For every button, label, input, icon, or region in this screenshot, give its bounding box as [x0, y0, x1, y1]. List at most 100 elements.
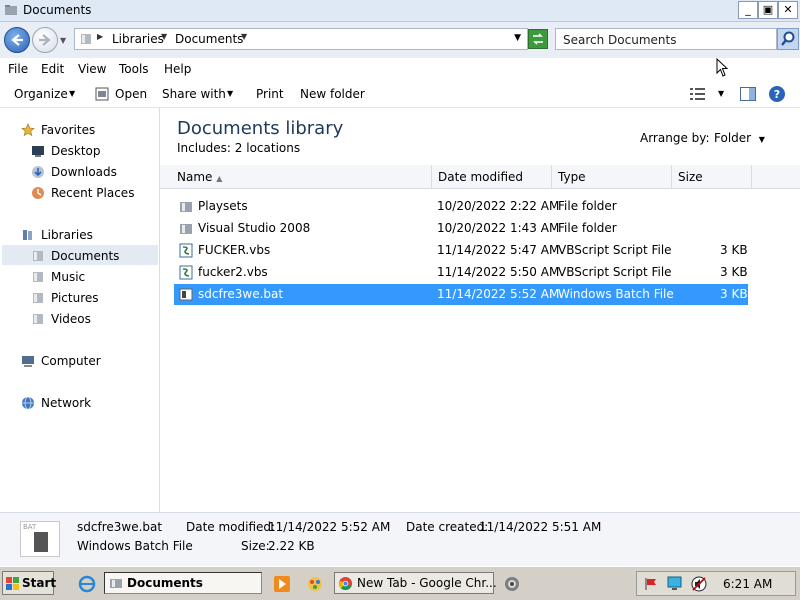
internet-explorer-icon[interactable] [78, 575, 96, 593]
app-icon[interactable] [503, 575, 521, 593]
nav-favorites[interactable]: Favorites [21, 123, 96, 137]
videos-library-icon [33, 314, 43, 324]
nav-pictures[interactable]: Pictures [33, 291, 99, 305]
chrome-icon [338, 576, 353, 591]
flag-icon[interactable] [644, 577, 658, 591]
close-button[interactable]: ✕ [778, 1, 798, 19]
open-icon [95, 87, 109, 101]
menu-bar: File Edit View Tools Help [0, 58, 800, 80]
paint-icon[interactable] [306, 575, 324, 593]
nav-recent-places[interactable]: Recent Places [32, 186, 135, 200]
file-type: File folder [558, 199, 617, 213]
column-header-size[interactable]: Size [672, 165, 752, 189]
search-button[interactable] [777, 28, 799, 50]
command-bar: Organize ▼ Open Share with ▼ Print New f… [0, 80, 800, 108]
windows-logo-icon [6, 577, 19, 590]
nav-videos-label: Videos [51, 312, 91, 326]
share-with-button[interactable]: Share with [162, 87, 226, 101]
details-file-name: sdcfre3we.bat [77, 520, 163, 534]
menu-view[interactable]: View [78, 62, 106, 76]
column-header-type[interactable]: Type [552, 165, 672, 189]
address-row: ▼ ▶ Libraries ▼ Documents ▼ ▼ Search Doc… [0, 22, 800, 58]
taskbar-chrome[interactable]: New Tab - Google Chr... [334, 572, 497, 594]
breadcrumb-documents[interactable]: Documents [175, 32, 243, 46]
breadcrumb-arrow-icon[interactable]: ▼ [241, 32, 247, 41]
computer-icon [22, 356, 34, 367]
nav-libraries[interactable]: Libraries [23, 228, 93, 242]
open-button[interactable]: Open [115, 87, 147, 101]
recent-pages-dropdown-icon[interactable]: ▼ [60, 36, 66, 45]
chevron-down-icon: ▼ [227, 89, 234, 98]
nav-videos[interactable]: Videos [33, 312, 91, 326]
file-row[interactable]: Visual Studio 2008 10/20/2022 1:43 AM File… [174, 218, 748, 239]
start-button[interactable]: Start [2, 571, 57, 595]
library-title: Documents library [177, 118, 344, 139]
search-icon [781, 31, 795, 46]
file-type: Windows Batch File [558, 287, 674, 301]
taskbar: Start Documents New Tab - Google Chr... … [0, 566, 800, 600]
file-date: 11/14/2022 5:47 AM [437, 243, 560, 257]
file-type: VBScript Script File [558, 265, 672, 279]
minimize-button[interactable]: _ [738, 1, 758, 19]
refresh-button[interactable] [528, 29, 548, 49]
taskbar-documents-label: Documents [127, 576, 203, 590]
breadcrumb-arrow-icon[interactable]: ▶ [97, 32, 103, 41]
view-options-icon[interactable] [690, 88, 706, 100]
print-button[interactable]: Print [256, 87, 284, 101]
search-box[interactable]: Search Documents [555, 28, 777, 50]
nav-recent-places-label: Recent Places [51, 186, 135, 200]
file-icon-label: BAT [23, 523, 37, 531]
breadcrumb-arrow-icon[interactable]: ▼ [161, 32, 167, 41]
title-bar[interactable]: Documents _ ▣ ✕ [0, 0, 800, 22]
clock[interactable]: 6:21 AM [723, 577, 772, 591]
file-row[interactable]: sdcfre3we.bat 11/14/2022 5:52 AM Windows B… [174, 284, 748, 305]
nav-desktop[interactable]: Desktop [32, 144, 101, 158]
nav-documents[interactable]: Documents [33, 249, 119, 263]
menu-edit[interactable]: Edit [41, 62, 64, 76]
menu-help[interactable]: Help [164, 62, 191, 76]
file-row[interactable]: FUCKER.vbs 11/14/2022 5:47 AM VBScript Scr… [174, 240, 748, 261]
column-header-date[interactable]: Date modified [432, 165, 552, 189]
organize-button[interactable]: Organize [14, 87, 68, 101]
nav-music[interactable]: Music [33, 270, 85, 284]
maximize-button[interactable]: ▣ [758, 1, 778, 19]
file-date: 11/14/2022 5:50 AM [437, 265, 560, 279]
file-row[interactable]: Playsets 10/20/2022 2:22 AM File folder [174, 196, 748, 217]
file-row[interactable]: fucker2.vbs 11/14/2022 5:50 AM VBScript Sc… [174, 262, 748, 283]
nav-network[interactable]: Network [22, 396, 91, 410]
folder-icon [5, 5, 17, 15]
library-includes-link[interactable]: Includes: 2 locations [177, 141, 300, 155]
file-size: 3 KB [720, 243, 748, 257]
arrange-by-dropdown[interactable]: Folder ▼ [714, 131, 765, 145]
column-header-name[interactable]: Name ▲ [160, 165, 432, 189]
details-created-label: Date created: [406, 520, 489, 534]
nav-downloads[interactable]: Downloads [32, 165, 117, 179]
file-name: FUCKER.vbs [198, 243, 271, 257]
details-created-value: 11/14/2022 5:51 AM [479, 520, 602, 534]
forward-button[interactable] [32, 27, 58, 53]
file-name: Visual Studio 2008 [198, 221, 311, 235]
new-folder-button[interactable]: New folder [300, 87, 365, 101]
monitor-icon[interactable] [667, 576, 682, 591]
navigation-pane: Favorites Desktop Downloads Recent Place… [0, 108, 160, 512]
media-player-icon[interactable] [273, 575, 291, 593]
menu-tools[interactable]: Tools [119, 62, 149, 76]
breadcrumb-libraries[interactable]: Libraries [112, 32, 164, 46]
address-bar[interactable]: ▶ Libraries ▼ Documents ▼ ▼ [74, 28, 528, 50]
menu-file[interactable]: File [8, 62, 28, 76]
help-icon[interactable]: ? [768, 85, 786, 103]
chevron-down-icon[interactable]: ▼ [718, 89, 724, 98]
back-button[interactable] [4, 27, 30, 53]
taskbar-documents[interactable]: Documents [104, 572, 262, 594]
library-folder-icon [81, 34, 91, 44]
volume-icon[interactable] [691, 576, 707, 592]
vbscript-icon [179, 243, 193, 258]
address-history-dropdown-icon[interactable]: ▼ [514, 33, 521, 43]
nav-desktop-label: Desktop [51, 144, 101, 158]
nav-computer[interactable]: Computer [22, 354, 101, 368]
start-label: Start [22, 576, 57, 590]
preview-pane-icon[interactable] [740, 87, 756, 101]
nav-favorites-label: Favorites [41, 123, 96, 137]
file-type: VBScript Script File [558, 243, 672, 257]
pictures-library-icon [33, 293, 43, 303]
